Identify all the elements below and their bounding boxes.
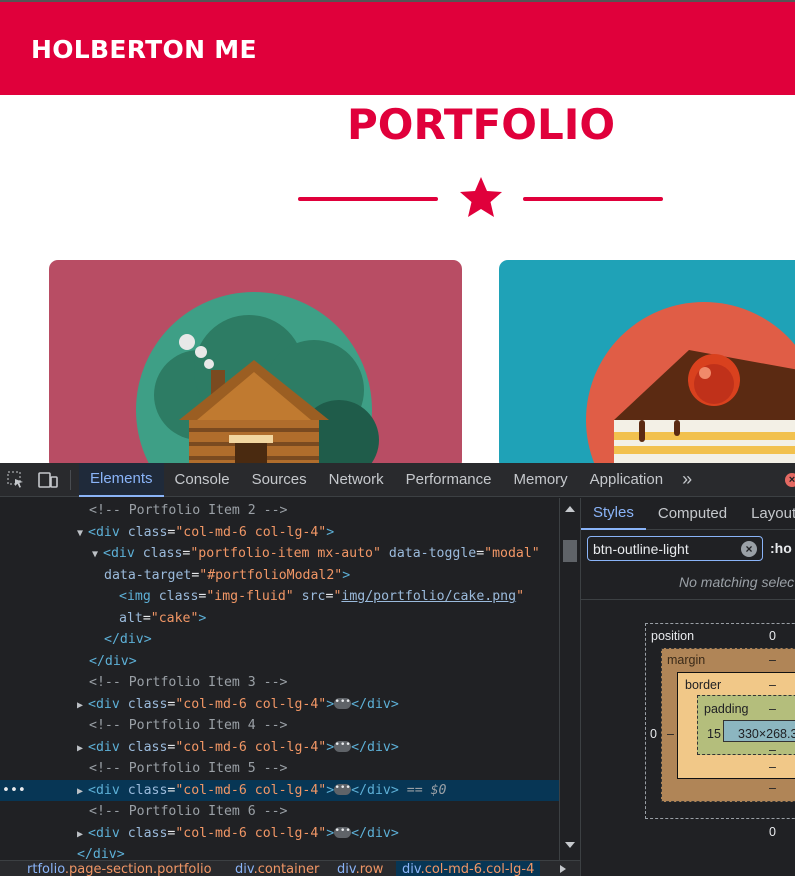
margin-label: margin (667, 653, 706, 667)
dom-comment: <!-- Portfolio Item 6 --> (89, 804, 288, 819)
breadcrumb-item[interactable]: div.row (337, 861, 383, 876)
padding-label: padding (704, 702, 749, 716)
divider-line-right (523, 197, 663, 201)
ellipsis-badge[interactable]: ••• (334, 784, 352, 795)
tab-application[interactable]: Application (579, 463, 674, 497)
cabin-image (136, 292, 379, 470)
tab-memory[interactable]: Memory (503, 463, 579, 497)
expand-triangle-icon[interactable]: ▶ (77, 781, 88, 803)
margin-bottom-value[interactable]: – (769, 781, 776, 795)
position-label: position (651, 629, 695, 643)
dom-line[interactable]: </div> (0, 844, 559, 860)
no-matching-message: No matching selec (679, 574, 795, 590)
star-icon (460, 177, 502, 217)
clear-filter-icon[interactable]: × (741, 541, 757, 557)
more-tabs-icon[interactable]: » (674, 469, 700, 490)
dom-line[interactable]: </div> (0, 651, 559, 673)
breadcrumb-item[interactable]: div.container (235, 861, 319, 876)
dom-line[interactable]: ▼ <div class="portfolio-item mx-auto" dat… (0, 543, 559, 565)
dom-comment: <!-- Portfolio Item 5 --> (89, 761, 288, 776)
dom-line[interactable]: <!-- Portfolio Item 6 --> (0, 801, 559, 823)
tab-styles[interactable]: Styles (581, 498, 646, 530)
dom-comment: <!-- Portfolio Item 3 --> (89, 675, 288, 690)
breadcrumb: rtfolio.page-section.portfolio div.conta… (0, 860, 580, 876)
tab-sources[interactable]: Sources (241, 463, 318, 497)
devtools-panel: Elements Console Sources Network Perform… (0, 462, 795, 876)
site-navbar: HOLBERTON ME (0, 0, 795, 95)
dom-line[interactable]: <!-- Portfolio Item 3 --> (0, 672, 559, 694)
ellipsis-badge[interactable]: ••• (334, 698, 352, 709)
position-bottom-value[interactable]: 0 (769, 825, 776, 839)
tab-console[interactable]: Console (164, 463, 241, 497)
brand-logo[interactable]: HOLBERTON ME (31, 35, 257, 64)
cake-image (586, 302, 795, 470)
image-src-link[interactable]: img/portfolio/cake.png (341, 589, 516, 604)
dom-tree-scrollbar[interactable] (559, 498, 579, 860)
padding-left-value[interactable]: 15 (707, 727, 721, 741)
toolbar-separator (70, 469, 71, 490)
padding-bottom-value[interactable]: – (769, 743, 776, 757)
expand-triangle-icon[interactable]: ▶ (77, 738, 88, 760)
padding-top-value[interactable]: – (769, 702, 776, 716)
scroll-thumb[interactable] (563, 540, 577, 562)
position-left-value[interactable]: 0 (650, 727, 657, 741)
ellipsis-badge[interactable]: ••• (334, 827, 352, 838)
error-count-icon[interactable]: × (785, 473, 795, 487)
border-label: border (685, 678, 722, 692)
position-top-value[interactable]: 0 (769, 629, 776, 643)
selected-marker: == $0 (406, 782, 447, 798)
dom-line[interactable]: ▶ <div class="col-md-6 col-lg-4">•••</div… (0, 737, 559, 759)
breadcrumb-item[interactable]: rtfolio.page-section.portfolio (27, 861, 212, 876)
expand-triangle-icon[interactable]: ▼ (77, 523, 88, 545)
dom-line[interactable]: ▼ <div class="col-md-6 col-lg-4"> (0, 522, 559, 544)
breadcrumb-item-active[interactable]: div.col-md-6.col-lg-4 (396, 861, 541, 876)
dom-line[interactable]: <img class="img-fluid" src="img/portfoli… (0, 586, 559, 608)
hover-state-toggle[interactable]: :ho (770, 540, 792, 556)
breadcrumb-scroll-right-icon[interactable] (560, 865, 566, 873)
dom-comment: <!-- Portfolio Item 4 --> (89, 718, 288, 733)
tab-elements[interactable]: Elements (79, 462, 164, 497)
dom-line[interactable]: <!-- Portfolio Item 4 --> (0, 715, 559, 737)
expand-triangle-icon[interactable]: ▼ (92, 544, 103, 566)
dom-line[interactable]: <!-- Portfolio Item 2 --> (0, 500, 559, 522)
page-title: PORTFOLIO (346, 100, 616, 149)
dom-tree[interactable]: <!-- Portfolio Item 2 --> ▼ <div class="c… (0, 498, 559, 860)
dom-line[interactable]: </div> (0, 629, 559, 651)
styles-filter-input[interactable] (587, 536, 763, 561)
section-divider (581, 599, 795, 600)
dom-line[interactable]: <!-- Portfolio Item 5 --> (0, 758, 559, 780)
inspect-element-icon[interactable] (0, 463, 32, 497)
dom-line[interactable]: data-target="#portfolioModal2"> (0, 565, 559, 587)
margin-top-value[interactable]: – (769, 653, 776, 667)
content-size[interactable]: 330×268.3 (738, 727, 795, 741)
devtools-tabbar: Elements Console Sources Network Perform… (0, 462, 795, 497)
scroll-down-icon[interactable] (565, 842, 575, 848)
tab-network[interactable]: Network (318, 463, 395, 497)
portfolio-item-cabin[interactable] (49, 260, 462, 470)
border-bottom-value[interactable]: – (769, 760, 776, 774)
dom-line[interactable]: alt="cake"> (0, 608, 559, 630)
tab-computed[interactable]: Computed (646, 498, 739, 530)
tab-layout[interactable]: Layout (739, 498, 795, 530)
tab-performance[interactable]: Performance (395, 463, 503, 497)
dom-comment: <!-- Portfolio Item 2 --> (89, 503, 288, 518)
dom-line[interactable]: ▶ <div class="col-md-6 col-lg-4">•••</div… (0, 694, 559, 716)
ellipsis-badge[interactable]: ••• (334, 741, 352, 752)
expand-triangle-icon[interactable]: ▶ (77, 695, 88, 717)
styles-sidebar: Styles Computed Layout × :ho No matching… (580, 498, 795, 876)
portfolio-item-cake[interactable] (499, 260, 795, 470)
scroll-up-icon[interactable] (565, 506, 575, 512)
expand-triangle-icon[interactable]: ▶ (77, 824, 88, 846)
row-actions-dots[interactable]: ••• (2, 780, 26, 802)
border-top-value[interactable]: – (769, 678, 776, 692)
dom-line-selected[interactable]: ••• ▶ <div class="col-md-6 col-lg-4">•••<… (0, 779, 559, 803)
dom-line[interactable]: ▶ <div class="col-md-6 col-lg-4">•••</div… (0, 823, 559, 845)
divider-line-left (298, 197, 438, 201)
margin-left-value[interactable]: – (667, 727, 674, 741)
styles-tabbar: Styles Computed Layout (581, 498, 795, 530)
device-toolbar-icon[interactable] (32, 463, 64, 497)
